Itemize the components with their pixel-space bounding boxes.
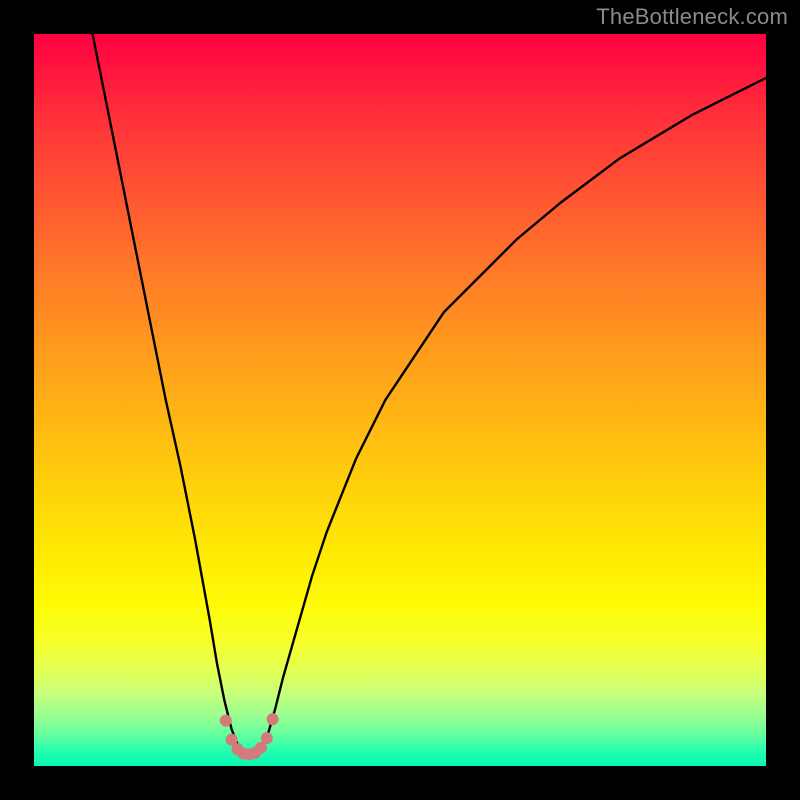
trough-markers [220,713,279,760]
trough-marker [267,713,279,725]
plot-area [34,34,766,766]
watermark-text: TheBottleneck.com [596,4,788,30]
chart-frame: TheBottleneck.com [0,0,800,800]
bottleneck-curve [93,34,766,754]
trough-marker [220,715,232,727]
chart-svg [34,34,766,766]
trough-marker [261,732,273,744]
